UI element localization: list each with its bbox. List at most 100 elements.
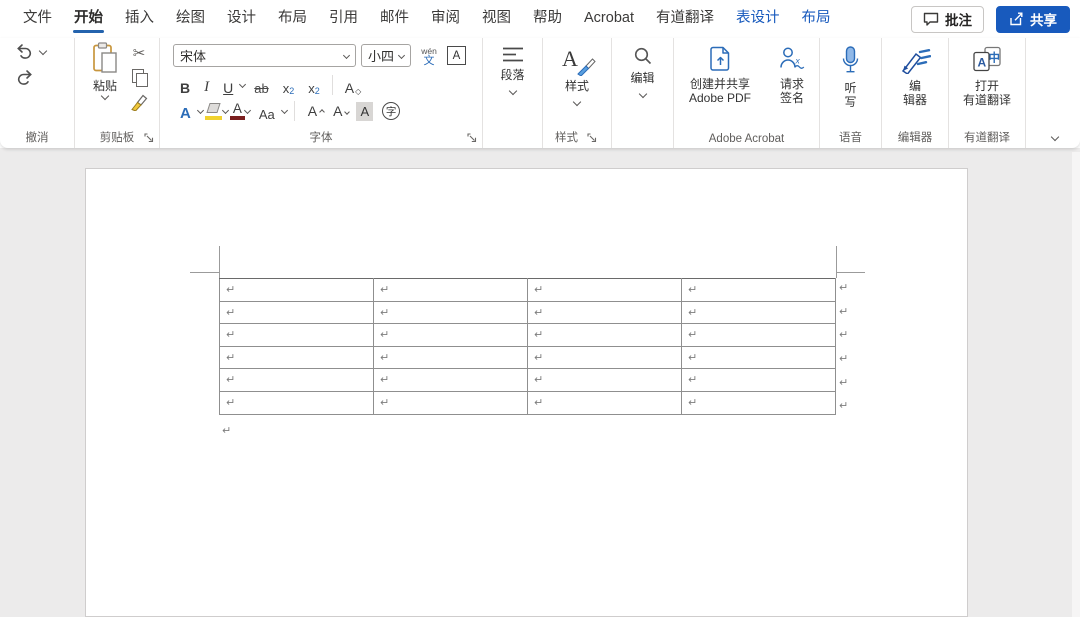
tab-帮助[interactable]: 帮助 [522,0,573,38]
table-cell[interactable]: ↵ [374,279,528,302]
phonetic-guide-button[interactable]: wén 文 [416,46,442,66]
undo-dropdown-chevron[interactable] [39,47,47,55]
tab-绘图[interactable]: 绘图 [165,0,216,38]
styles-dialog-launcher[interactable] [587,133,597,143]
table-cell[interactable]: ↵ [374,301,528,324]
table-cell[interactable]: ↵ [528,391,682,414]
cell-end-marker: ↵ [534,351,543,364]
highlight-dropdown-chevron[interactable] [223,100,228,118]
open-youdao-translate-button[interactable]: 中 A 打开 有道翻译 [949,38,1025,107]
table-cell[interactable]: ↵ [528,369,682,392]
editor-button[interactable]: 编 辑器 [882,38,948,107]
font-dialog-launcher[interactable] [467,133,477,143]
table-cell[interactable]: ↵ [374,391,528,414]
font-color-button[interactable]: A [230,102,245,120]
paragraph-button[interactable]: 段落 [483,38,542,94]
table-cell[interactable]: ↵ [220,391,374,414]
document-page[interactable]: ↵↵↵↵↵↵↵↵↵↵↵↵↵↵↵↵↵↵↵↵↵↵↵↵ ↵↵↵↵↵↵ ↵ [85,168,968,617]
margin-crop-mark-left-vertical [219,246,220,278]
underline-dropdown-chevron[interactable] [240,74,245,92]
table-cell[interactable]: ↵ [220,324,374,347]
paragraph-group: 段落 [483,38,543,148]
end-of-row-marker: ↵ [839,349,848,373]
tab-邮件[interactable]: 邮件 [369,0,420,38]
voice-group: 听 写 语音 [820,38,882,148]
tab-设计[interactable]: 设计 [216,0,267,38]
table-cell[interactable]: ↵ [374,369,528,392]
tab-表设计[interactable]: 表设计 [725,0,791,38]
font-size-select[interactable]: 小四 [361,44,411,67]
table-cell[interactable]: ↵ [374,346,528,369]
underline-button[interactable]: U [216,74,240,96]
strikethrough-button[interactable]: ab [247,74,275,96]
vertical-scrollbar[interactable] [1072,152,1080,617]
tab-插入[interactable]: 插入 [114,0,165,38]
adobe-acrobat-group: 创建并共享 Adobe PDF x 请求 签名 Ado [674,38,820,148]
create-share-pdf-button[interactable]: 创建并共享 Adobe PDF [674,38,766,105]
table-cell[interactable]: ↵ [528,301,682,324]
grow-font-button[interactable]: A [300,103,325,119]
dictate-button[interactable]: 听 写 [820,38,881,109]
change-case-dropdown-chevron[interactable] [282,100,287,118]
character-shading-button[interactable]: A [356,102,373,121]
document-table[interactable]: ↵↵↵↵↵↵↵↵↵↵↵↵↵↵↵↵↵↵↵↵↵↵↵↵ [219,278,836,415]
change-case-button[interactable]: Aa [252,100,282,122]
styles-group: A 样式 样式 [543,38,612,148]
styles-button[interactable]: A 样式 [543,38,611,105]
table-cell[interactable]: ↵ [374,324,528,347]
cell-end-marker: ↵ [226,373,235,386]
table-cell[interactable]: ↵ [220,369,374,392]
tab-视图[interactable]: 视图 [471,0,522,38]
table-cell[interactable]: ↵ [682,301,836,324]
tab-Acrobat[interactable]: Acrobat [573,0,645,38]
paste-dropdown-chevron[interactable] [101,92,109,100]
table-cell[interactable]: ↵ [682,279,836,302]
tab-有道翻译[interactable]: 有道翻译 [645,0,725,38]
character-border-letter: A [453,50,461,62]
subscript-button[interactable]: x2 [276,74,302,96]
table-cell[interactable]: ↵ [682,391,836,414]
tab-开始[interactable]: 开始 [63,0,114,38]
undo-button[interactable] [15,43,46,59]
share-button[interactable]: 共享 [996,6,1070,33]
editing-button[interactable]: 编辑 [612,38,673,97]
enclose-characters-button[interactable]: 字 [382,102,400,120]
clear-formatting-button[interactable]: A◇ [338,74,369,96]
shrink-font-button[interactable]: A [325,103,350,119]
superscript-button[interactable]: x2 [301,74,327,96]
paste-button[interactable]: 粘贴 [83,42,127,99]
copy-icon[interactable] [132,69,146,85]
cut-icon[interactable]: ✂ [133,44,146,62]
request-signatures-button[interactable]: x 请求 签名 [766,38,818,105]
table-cell[interactable]: ↵ [682,369,836,392]
tab-引用[interactable]: 引用 [318,0,369,38]
text-effects-button[interactable]: A [173,100,198,122]
table-cell[interactable]: ↵ [220,346,374,369]
redo-button[interactable] [15,69,34,85]
format-painter-icon[interactable] [130,92,149,111]
italic-button[interactable]: I [197,74,216,96]
font-color-dropdown-chevron[interactable] [245,100,250,118]
bold-button[interactable]: B [173,74,197,96]
text-effects-dropdown-chevron[interactable] [198,100,203,118]
character-border-button[interactable]: A [447,46,466,65]
text-highlight-button[interactable] [205,103,223,120]
cell-end-marker: ↵ [534,396,543,409]
tab-布局[interactable]: 布局 [267,0,318,38]
tab-布局[interactable]: 布局 [790,0,841,38]
table-cell[interactable]: ↵ [220,301,374,324]
table-cell[interactable]: ↵ [682,324,836,347]
clipboard-dialog-launcher[interactable] [144,133,154,143]
table-cell[interactable]: ↵ [220,279,374,302]
table-cell[interactable]: ↵ [682,346,836,369]
collapse-ribbon-button[interactable] [1051,133,1059,141]
adobe-acrobat-group-label: Adobe Acrobat [674,133,819,145]
comments-button[interactable]: 批注 [911,6,984,33]
tab-审阅[interactable]: 审阅 [420,0,471,38]
table-cell[interactable]: ↵ [528,324,682,347]
tab-文件[interactable]: 文件 [12,0,63,38]
table-cell[interactable]: ↵ [528,279,682,302]
table-cell[interactable]: ↵ [528,346,682,369]
cell-end-marker: ↵ [380,283,389,296]
font-name-select[interactable]: 宋体 [173,44,356,67]
